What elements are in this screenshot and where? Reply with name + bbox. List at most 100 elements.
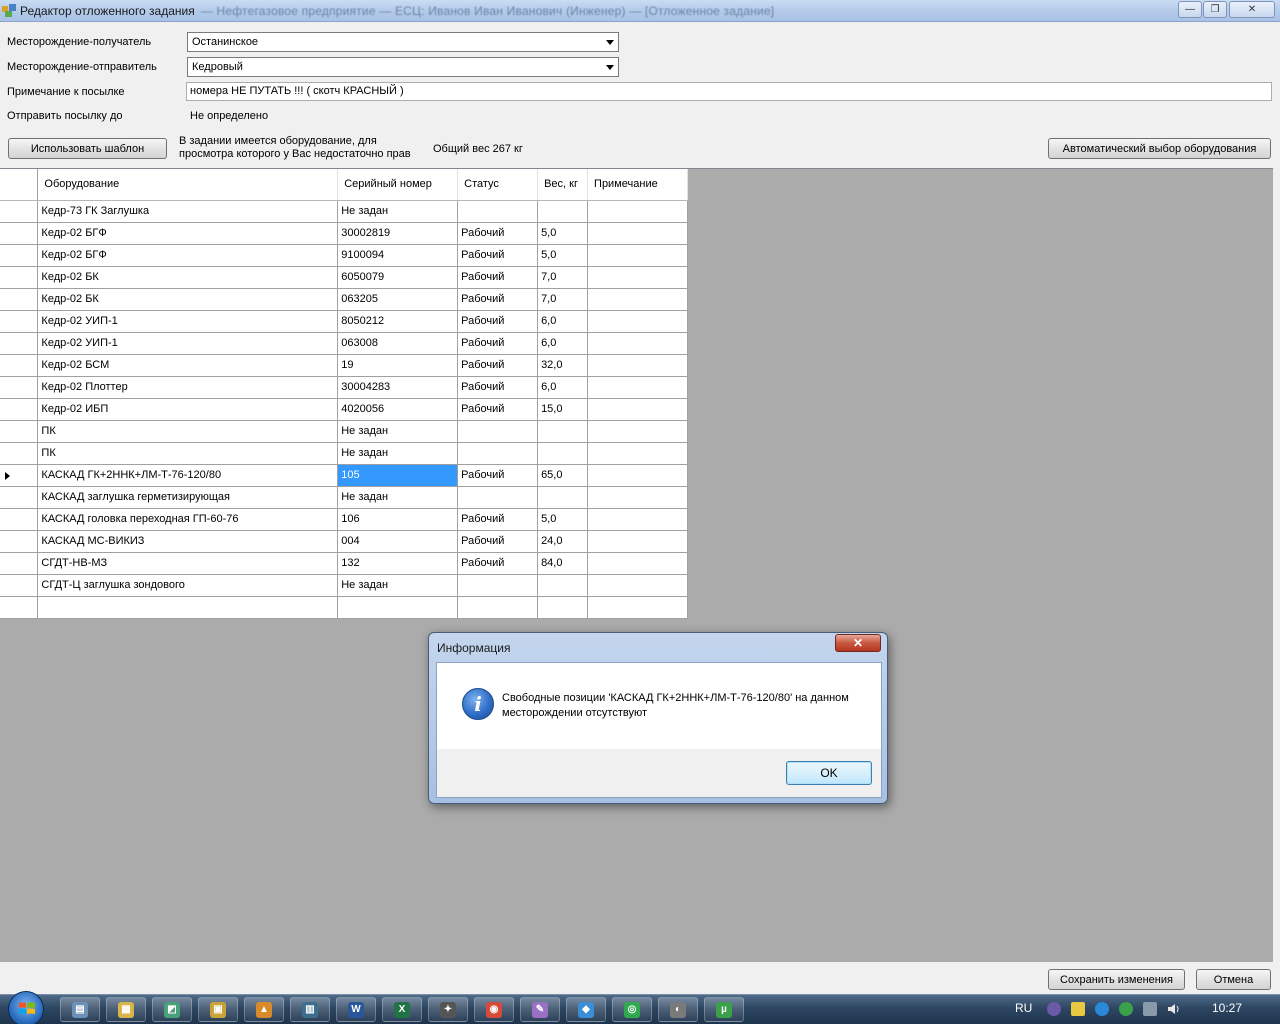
cell-serial[interactable]: 063205 (337, 288, 459, 311)
cell-serial[interactable]: 132 (337, 552, 459, 575)
cell-serial[interactable]: 4020056 (337, 398, 459, 421)
cancel-button[interactable]: Отмена (1196, 969, 1271, 990)
taskbar-item-archive-app[interactable]: ▣ (198, 997, 238, 1022)
cell-note[interactable] (587, 310, 688, 333)
cell-note[interactable] (587, 244, 688, 267)
row-header[interactable] (0, 332, 39, 355)
table-row[interactable]: Кедр-02 БСМ 19 Рабочий 32,0 (0, 354, 688, 377)
cell-equipment[interactable] (37, 596, 339, 619)
cell-status[interactable]: Рабочий (457, 508, 539, 531)
auto-select-button[interactable]: Автоматический выбор оборудования (1048, 138, 1271, 159)
note-input[interactable]: номера НЕ ПУТАТЬ !!! ( скотч КРАСНЫЙ ) (186, 82, 1272, 101)
taskbar-item-chrome[interactable]: ◉ (474, 997, 514, 1022)
network-icon[interactable] (1143, 1002, 1157, 1016)
cell-equipment[interactable]: Кедр-02 БГФ (37, 244, 339, 267)
cell-serial[interactable]: 004 (337, 530, 459, 553)
cell-weight[interactable] (537, 200, 589, 223)
column-header-note[interactable]: Примечание (587, 169, 688, 201)
table-row[interactable] (0, 596, 688, 619)
cell-note[interactable] (587, 508, 688, 531)
cell-weight[interactable]: 6,0 (537, 376, 589, 399)
tray-app-icon[interactable] (1047, 1002, 1061, 1016)
cell-weight[interactable]: 5,0 (537, 244, 589, 267)
taskbar-item-browser-app[interactable]: ◎ (612, 997, 652, 1022)
taskbar-item-word[interactable]: W (336, 997, 376, 1022)
cell-equipment[interactable]: Кедр-02 Плоттер (37, 376, 339, 399)
row-header[interactable] (0, 530, 39, 553)
cell-equipment[interactable]: ПК (37, 420, 339, 443)
cell-equipment[interactable]: КАСКАД головка переходная ГП-60-76 (37, 508, 339, 531)
minimize-button[interactable]: — (1178, 1, 1202, 18)
table-row[interactable]: Кедр-73 ГК Заглушка Не задан (0, 200, 688, 223)
cell-serial[interactable]: 8050212 (337, 310, 459, 333)
taskbar-item-media-app[interactable]: ▲ (244, 997, 284, 1022)
row-header[interactable] (0, 310, 39, 333)
recipient-combo[interactable]: Останинское (187, 32, 619, 52)
cell-status[interactable]: Рабочий (457, 288, 539, 311)
cell-status[interactable]: Рабочий (457, 266, 539, 289)
cell-equipment[interactable]: ПК (37, 442, 339, 465)
save-button[interactable]: Сохранить изменения (1048, 969, 1185, 990)
row-header[interactable] (0, 200, 39, 223)
cell-equipment[interactable]: Кедр-02 БГФ (37, 222, 339, 245)
cell-note[interactable] (587, 288, 688, 311)
use-template-button[interactable]: Использовать шаблон (8, 138, 167, 159)
cell-weight[interactable]: 7,0 (537, 266, 589, 289)
cell-serial[interactable]: 30002819 (337, 222, 459, 245)
cell-status[interactable]: Рабочий (457, 398, 539, 421)
dialog-close-button[interactable]: ✕ (835, 634, 881, 652)
cell-note[interactable] (587, 420, 688, 443)
tray-browser-icon[interactable] (1095, 1002, 1109, 1016)
cell-equipment[interactable]: Кедр-02 УИП-1 (37, 310, 339, 333)
start-button[interactable] (8, 991, 44, 1024)
table-row[interactable]: Кедр-02 БК 063205 Рабочий 7,0 (0, 288, 688, 311)
taskbar-item-tool-app-2[interactable]: ◆ (566, 997, 606, 1022)
taskbar-item-folder[interactable]: ▦ (106, 997, 146, 1022)
table-row[interactable]: Кедр-02 УИП-1 8050212 Рабочий 6,0 (0, 310, 688, 333)
table-row[interactable]: Кедр-02 БГФ 30002819 Рабочий 5,0 (0, 222, 688, 245)
maximize-button[interactable]: ❐ (1203, 1, 1227, 18)
row-header[interactable] (0, 266, 39, 289)
cell-serial[interactable]: 19 (337, 354, 459, 377)
cell-note[interactable] (587, 574, 688, 597)
cell-weight[interactable]: 84,0 (537, 552, 589, 575)
row-header[interactable] (0, 244, 39, 267)
cell-equipment[interactable]: Кедр-73 ГК Заглушка (37, 200, 339, 223)
cell-weight[interactable] (537, 420, 589, 443)
cell-note[interactable] (587, 552, 688, 575)
cell-serial[interactable]: 106 (337, 508, 459, 531)
cell-equipment[interactable]: Кедр-02 БК (37, 288, 339, 311)
cell-note[interactable] (587, 442, 688, 465)
cell-weight[interactable]: 15,0 (537, 398, 589, 421)
close-button[interactable]: ✕ (1229, 1, 1275, 18)
cell-serial[interactable]: Не задан (337, 486, 459, 509)
cell-status[interactable] (457, 486, 539, 509)
sender-combo[interactable]: Кедровый (187, 57, 619, 77)
row-header[interactable] (0, 574, 39, 597)
cell-status[interactable]: Рабочий (457, 244, 539, 267)
cell-status[interactable]: Рабочий (457, 222, 539, 245)
clock[interactable]: 10:27 (1212, 1001, 1242, 1015)
table-row[interactable]: КАСКАД головка переходная ГП-60-76 106 Раб… (0, 508, 688, 531)
cell-weight[interactable]: 5,0 (537, 222, 589, 245)
column-header-equipment[interactable]: Оборудование (37, 169, 339, 201)
cell-status[interactable] (457, 574, 539, 597)
cell-weight[interactable]: 5,0 (537, 508, 589, 531)
cell-equipment[interactable]: КАСКАД ГК+2ННК+ЛМ-Т-76-120/80 (37, 464, 339, 487)
row-header[interactable] (0, 596, 39, 619)
column-header-serial[interactable]: Серийный номер (337, 169, 459, 201)
cell-status[interactable]: Рабочий (457, 376, 539, 399)
tray-folder-icon[interactable] (1071, 1002, 1085, 1016)
row-header[interactable] (0, 376, 39, 399)
cell-status[interactable]: Рабочий (457, 552, 539, 575)
cell-status[interactable]: Рабочий (457, 310, 539, 333)
cell-weight[interactable]: 32,0 (537, 354, 589, 377)
cell-note[interactable] (587, 596, 688, 619)
table-row[interactable]: ПК Не задан (0, 420, 688, 443)
cell-note[interactable] (587, 376, 688, 399)
row-header[interactable] (0, 464, 39, 487)
cell-serial[interactable]: 063008 (337, 332, 459, 355)
table-row[interactable]: Кедр-02 БК 6050079 Рабочий 7,0 (0, 266, 688, 289)
table-row[interactable]: СГДТ-Ц заглушка зондового Не задан (0, 574, 688, 597)
cell-weight[interactable]: 6,0 (537, 310, 589, 333)
